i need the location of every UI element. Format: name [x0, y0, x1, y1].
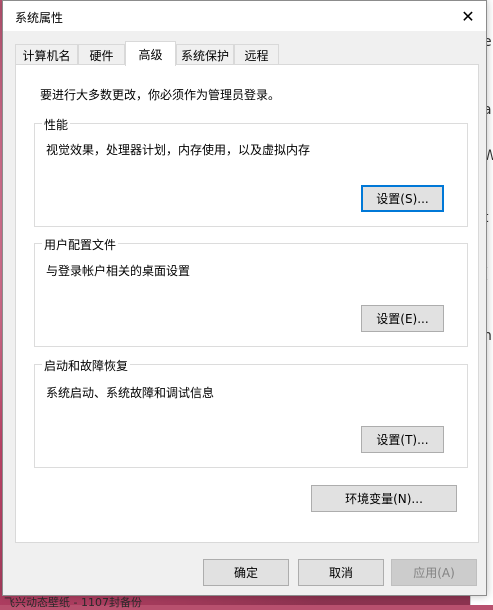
admin-notice: 要进行大多数更改，你必须作为管理员登录。	[40, 88, 281, 102]
cancel-button[interactable]: 取消	[298, 559, 384, 586]
close-icon[interactable]: ✕	[450, 1, 486, 31]
tab-advanced[interactable]: 高级	[125, 41, 176, 66]
tab-hardware[interactable]: 硬件	[78, 44, 125, 65]
tab-computer-name[interactable]: 计算机名	[15, 44, 78, 65]
group-description: 与登录帐户相关的桌面设置	[46, 264, 191, 278]
system-properties-dialog: 系统属性 ✕ 计算机名 硬件 高级 系统保护 远程 要进行大多数更改，你必须作为…	[2, 0, 487, 596]
tab-system-protection[interactable]: 系统保护	[176, 44, 234, 65]
group-description: 视觉效果，处理器计划，内存使用，以及虚拟内存	[46, 143, 311, 157]
tab-remote[interactable]: 远程	[234, 44, 279, 65]
title-bar[interactable]: 系统属性 ✕	[3, 1, 486, 31]
performance-settings-button[interactable]: 设置(S)...	[361, 185, 444, 212]
ok-button[interactable]: 确定	[203, 559, 289, 586]
window-title: 系统属性	[15, 11, 64, 25]
user-profiles-settings-button[interactable]: 设置(E)...	[361, 305, 444, 332]
group-title: 用户配置文件	[42, 236, 119, 253]
group-description: 系统启动、系统故障和调试信息	[46, 386, 215, 400]
advanced-tab-panel: 要进行大多数更改，你必须作为管理员登录。 性能 视觉效果，处理器计划，内存使用，…	[15, 64, 479, 543]
performance-group: 性能 视觉效果，处理器计划，内存使用，以及虚拟内存 设置(S)...	[34, 116, 468, 227]
startup-recovery-group: 启动和故障恢复 系统启动、系统故障和调试信息 设置(T)...	[34, 357, 468, 468]
startup-recovery-settings-button[interactable]: 设置(T)...	[361, 426, 444, 453]
apply-button[interactable]: 应用(A)	[391, 559, 477, 586]
environment-variables-button[interactable]: 环境变量(N)...	[311, 485, 457, 512]
group-title: 启动和故障恢复	[42, 357, 131, 374]
user-profiles-group: 用户配置文件 与登录帐户相关的桌面设置 设置(E)...	[34, 236, 468, 347]
background-caption: 飞兴动态壁纸 - 1107封备份	[4, 596, 142, 609]
group-title: 性能	[42, 116, 71, 133]
